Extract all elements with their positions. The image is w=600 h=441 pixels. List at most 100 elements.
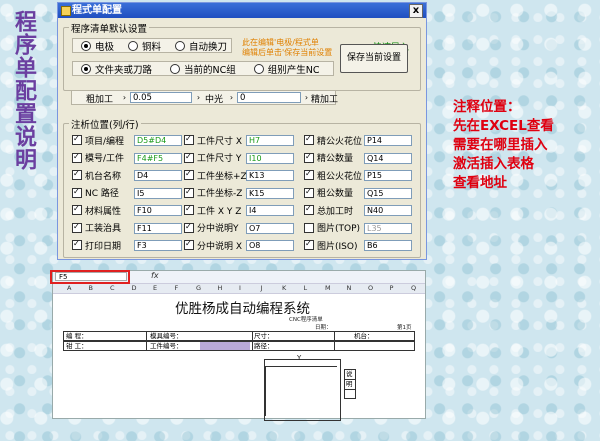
annotation-checkbox[interactable]: 工件尺寸 Y: [184, 152, 241, 164]
annotation-checkbox[interactable]: 总加工时: [304, 204, 354, 217]
column-label[interactable]: Q: [411, 284, 416, 293]
column-label[interactable]: H: [218, 284, 223, 293]
annotation-value-input[interactable]: K15: [246, 187, 294, 199]
annotation-checkbox[interactable]: 图片(TOP): [304, 222, 360, 234]
mid-input[interactable]: 0: [237, 92, 301, 103]
column-label[interactable]: A: [67, 284, 71, 293]
selected-cell-f5[interactable]: [200, 342, 250, 350]
annotation-value-input[interactable]: F3: [134, 240, 182, 251]
annotation-value-input[interactable]: F11: [134, 222, 182, 234]
checkbox-icon[interactable]: [304, 222, 314, 233]
annotation-value-input[interactable]: P14: [364, 135, 412, 146]
annotation-checkbox[interactable]: 项目/编程: [72, 134, 124, 147]
radio-option[interactable]: 当前的NC组: [170, 62, 236, 76]
radio-option[interactable]: 电极: [81, 39, 114, 53]
column-label[interactable]: M: [325, 284, 331, 293]
column-label[interactable]: I: [239, 284, 241, 293]
checkbox-icon[interactable]: [304, 152, 314, 163]
checkbox-icon[interactable]: [72, 135, 82, 145]
rough-input[interactable]: 0.05: [130, 92, 192, 103]
checkbox-icon[interactable]: [184, 135, 194, 145]
checkbox-icon[interactable]: [304, 240, 314, 250]
mid-next-arrow-icon[interactable]: ›: [227, 92, 236, 103]
annotation-value-input[interactable]: F4#F5: [134, 152, 182, 164]
annotation-value-input[interactable]: F10: [134, 205, 182, 216]
annotation-value-input[interactable]: H7: [246, 135, 294, 146]
checkbox-icon[interactable]: [304, 135, 314, 145]
annotation-checkbox[interactable]: 分中说明Y: [184, 222, 239, 234]
checkbox-icon[interactable]: [72, 222, 82, 233]
checkbox-icon[interactable]: [72, 170, 82, 180]
save-settings-button[interactable]: 保存当前设置: [340, 44, 408, 73]
dialog-titlebar[interactable]: 程式单配置 x: [58, 3, 426, 18]
annotation-value-input[interactable]: Q14: [364, 152, 412, 164]
column-label[interactable]: L: [304, 284, 308, 293]
mid-arrow-icon[interactable]: ›: [194, 92, 203, 103]
column-label[interactable]: J: [261, 284, 263, 293]
checkbox-icon[interactable]: [72, 187, 82, 198]
annotation-value-input[interactable]: I4: [246, 205, 294, 216]
annotation-value-input[interactable]: I5: [134, 187, 182, 199]
checkbox-icon[interactable]: [304, 170, 314, 180]
annotation-label: 总加工时: [317, 206, 354, 217]
checkbox-icon[interactable]: [304, 205, 314, 215]
annotation-value-input[interactable]: L35: [364, 222, 412, 234]
annotation-value-input[interactable]: Q15: [364, 187, 412, 199]
annotation-value-input[interactable]: D5#D4: [134, 135, 182, 146]
radio-option[interactable]: 组别产生NC: [253, 62, 320, 76]
annotation-value-input[interactable]: D4: [134, 170, 182, 181]
annotation-checkbox[interactable]: 分中说明 X: [184, 239, 242, 252]
annotation-value-input[interactable]: K13: [246, 170, 294, 181]
checkbox-icon[interactable]: [72, 240, 82, 250]
annotation-checkbox[interactable]: 工件 X Y Z: [184, 204, 241, 217]
annotation-value-input[interactable]: N40: [364, 205, 412, 216]
annotation-checkbox[interactable]: 工装治具: [72, 222, 121, 234]
column-label[interactable]: P: [390, 284, 394, 293]
close-button[interactable]: x: [409, 4, 423, 18]
checkbox-icon[interactable]: [184, 170, 194, 180]
column-label[interactable]: C: [110, 284, 115, 293]
checkbox-icon[interactable]: [72, 205, 82, 215]
column-label[interactable]: K: [282, 284, 286, 293]
annotation-checkbox[interactable]: 图片(ISO): [304, 239, 357, 252]
annotation-checkbox[interactable]: NC 路径: [72, 187, 119, 199]
column-label[interactable]: E: [153, 284, 157, 293]
annotation-checkbox[interactable]: 精公火花位: [304, 134, 362, 147]
annotation-value-input[interactable]: P15: [364, 170, 412, 181]
annotation-value-input[interactable]: O8: [246, 240, 294, 251]
checkbox-icon[interactable]: [184, 222, 194, 233]
column-label[interactable]: B: [89, 284, 93, 293]
annotation-checkbox[interactable]: 粗公火花位: [304, 169, 362, 182]
annotation-value-input[interactable]: B6: [364, 240, 412, 251]
annotation-checkbox[interactable]: 材料属性: [72, 204, 121, 217]
column-label[interactable]: N: [347, 284, 352, 293]
annotation-checkbox[interactable]: 机台名称: [72, 169, 121, 182]
radio-option[interactable]: 自动换刀: [175, 39, 227, 53]
annotation-label: 粗公数量: [317, 189, 354, 199]
annotation-checkbox[interactable]: 精公数量: [304, 152, 353, 164]
checkbox-icon[interactable]: [184, 205, 194, 215]
annotation-value-input[interactable]: O7: [246, 222, 294, 234]
checkbox-icon[interactable]: [72, 152, 82, 163]
checkbox-icon[interactable]: [184, 240, 194, 250]
annotation-checkbox[interactable]: 粗公数量: [304, 187, 353, 199]
annotation-checkbox[interactable]: 模号/工件: [72, 152, 124, 164]
annotation-checkbox[interactable]: 工件坐标+Z: [184, 169, 247, 182]
annotation-label: 工件尺寸 X: [197, 136, 243, 147]
checkbox-icon[interactable]: [184, 187, 194, 198]
column-label[interactable]: G: [196, 284, 201, 293]
radio-option[interactable]: 文件夹或刀路: [81, 62, 152, 76]
drawing-area: Y: [264, 354, 341, 421]
checkbox-icon[interactable]: [304, 187, 314, 198]
column-label[interactable]: O: [368, 284, 373, 293]
annotation-checkbox[interactable]: 工件坐标-Z: [184, 187, 242, 199]
annotation-checkbox[interactable]: 打印日期: [72, 239, 121, 252]
column-label[interactable]: D: [132, 284, 137, 293]
annotation-checkbox[interactable]: 工件尺寸 X: [184, 134, 243, 147]
finish-arrow-icon[interactable]: ›: [302, 92, 311, 103]
checkbox-icon[interactable]: [184, 152, 194, 163]
radio-option[interactable]: 铜料: [128, 39, 161, 53]
column-label[interactable]: F: [175, 284, 179, 293]
rough-arrow-icon[interactable]: ›: [120, 92, 129, 103]
annotation-value-input[interactable]: I10: [246, 152, 294, 164]
